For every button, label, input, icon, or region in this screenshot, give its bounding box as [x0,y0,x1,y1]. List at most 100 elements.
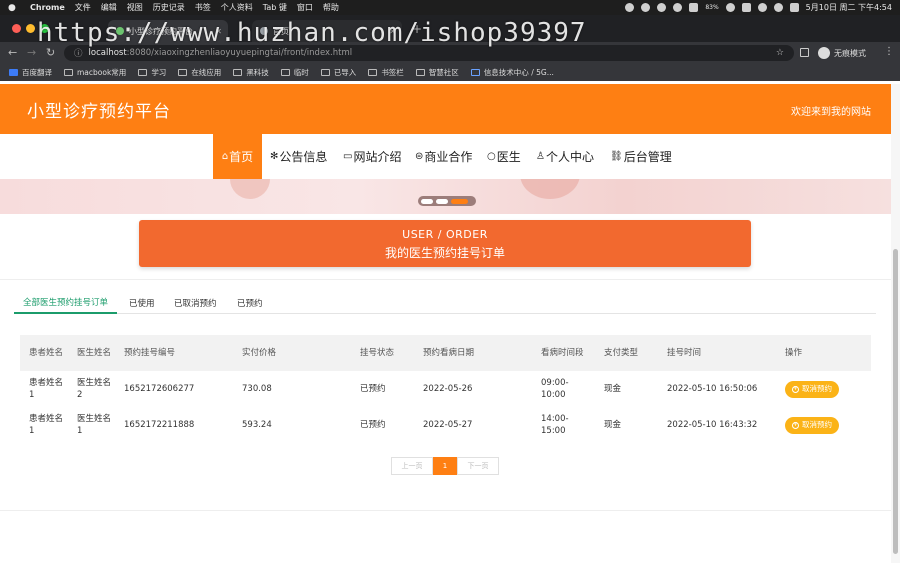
bookmark-item[interactable]: 在线应用 [178,67,221,78]
bookmark-item[interactable]: 百度翻译 [9,67,52,78]
scrollbar-thumb[interactable] [893,249,898,554]
close-tab-icon[interactable]: ✕ [215,27,222,36]
link-icon: ⛓ [610,151,623,162]
memory-indicator[interactable]: 83% [705,4,718,11]
url-path: :8080/xiaoxingzhenliaoyuyuepingtai/front… [126,48,353,58]
bookmark-item[interactable]: 书签栏 [368,67,404,78]
button-label: 取消预约 [802,420,832,429]
zoom-window-button[interactable] [40,24,49,33]
wifi-icon[interactable] [757,3,767,12]
nav-admin[interactable]: ⛓ 后台管理 [610,134,672,179]
menu-help[interactable]: 帮助 [323,2,339,13]
nav-announcements[interactable]: ✻ 公告信息 [270,134,327,179]
menu-file[interactable]: 文件 [75,2,91,13]
new-tab-icon[interactable]: + [412,22,422,36]
control-center-icon[interactable] [789,3,799,12]
status-icon[interactable] [725,3,735,12]
prev-page-button[interactable]: 上一页 [391,457,433,475]
menu-tab[interactable]: Tab 键 [263,2,287,13]
bookmark-item[interactable]: macbook常用 [64,67,126,78]
menu-profile[interactable]: 个人资料 [221,2,253,13]
menu-history[interactable]: 历史记录 [153,2,185,13]
menu-clock[interactable]: 5月10日 周二 下午4:54 [806,2,892,13]
screen: ● Chrome 文件 编辑 视图 历史记录 书签 个人资料 Tab 键 窗口 … [0,0,900,563]
carousel-dot[interactable] [436,198,448,204]
cell-time-slot: 14:00-15:00 [541,414,569,436]
nav-label: 公告信息 [279,150,328,164]
bookmark-item[interactable]: 学习 [138,67,166,78]
page-number-button[interactable]: 1 [433,457,457,475]
table-row: 患者姓名1 医生姓名2 1652172606277 730.08 已预约 202… [20,371,871,407]
bookmark-item[interactable]: 信息技术中心 / 5G... [470,67,554,78]
tab-cancelled[interactable]: 已取消预约 [174,292,217,313]
tab-used[interactable]: 已使用 [129,292,155,313]
web-page: 小型诊疗预约平台 欢迎来到我的网站 ⌂ 首页 ✻ 公告信息 ▭ 网站介绍 ⊜ 商业合作 … [0,84,891,563]
bookmarks-bar: 百度翻译 macbook常用 学习 在线应用 黑科技 临时 已导入 书签栏 智慧… [0,64,900,81]
battery-icon[interactable] [741,3,751,12]
circle-icon: ○ [487,151,496,162]
menu-app-name[interactable]: Chrome [30,3,65,12]
pagination: 上一页 1 下一页 [391,457,499,475]
forward-icon[interactable]: → [27,46,36,59]
more-menu-icon[interactable]: ⋮ [884,46,894,57]
bookmark-star-icon[interactable]: ☆ [776,48,784,58]
nav-home[interactable]: ⌂ 首页 [213,134,262,179]
folder-icon [415,69,425,76]
next-page-button[interactable]: 下一页 [457,457,499,475]
status-icon[interactable] [641,3,651,12]
menu-view[interactable]: 视图 [127,2,143,13]
search-icon[interactable] [773,3,783,12]
status-icon[interactable] [689,3,699,12]
nav-label: 商业合作 [424,150,473,164]
cell-price: 593.24 [242,420,272,430]
cell-status: 已预约 [360,384,386,394]
user-icon: ♙ [536,151,545,162]
bookmark-item[interactable]: 智慧社区 [415,67,459,78]
close-tab-icon[interactable]: ✕ [389,27,396,36]
menu-window[interactable]: 窗口 [297,2,313,13]
page-scrollbar[interactable] [891,84,900,563]
carousel-dot-active[interactable] [451,198,468,204]
status-icon[interactable] [657,3,667,12]
user-order-banner[interactable]: USER / ORDER 我的医生预约挂号订单 [139,220,751,267]
cancel-booking-button[interactable]: ¥ 取消预约 [785,416,839,434]
tab-other[interactable]: 首页 ✕ [252,20,402,42]
column-header: 预约挂号编号 [124,348,176,358]
browser-toolbar: ← → ↻ ⓘ localhost :8080/xiaoxingzhenliao… [0,42,900,64]
tab-all-orders[interactable]: 全部医生预约挂号订单 [14,292,118,314]
carousel-dot[interactable] [421,198,433,204]
tab-active[interactable]: 小型诊疗预约平台 ✕ [108,20,228,42]
bookmark-label: 学习 [151,68,167,77]
cancel-booking-button[interactable]: ¥ 取消预约 [785,380,839,398]
tab-title: 首页 [273,26,289,36]
status-icon[interactable] [625,3,635,12]
menu-edit[interactable]: 编辑 [101,2,117,13]
close-window-button[interactable] [12,24,21,33]
banner-carousel[interactable] [0,179,891,214]
back-icon[interactable]: ← [8,46,17,59]
nav-about[interactable]: ▭ 网站介绍 [343,134,401,179]
address-bar[interactable]: ⓘ localhost :8080/xiaoxingzhenliaoyuyuep… [64,45,794,61]
status-icon[interactable] [673,3,683,12]
column-header: 看病时间段 [541,348,584,358]
bookmark-item[interactable]: 黑科技 [233,67,269,78]
info-icon[interactable]: ⓘ [74,47,83,59]
nav-business[interactable]: ⊜ 商业合作 [415,134,472,179]
nav-personal-center[interactable]: ♙ 个人中心 [536,134,594,179]
incognito-badge[interactable]: 无痕模式 [818,46,866,60]
menu-bookmarks[interactable]: 书签 [195,2,211,13]
side-panel-icon[interactable] [800,48,809,57]
cell-booking-time: 2022-05-10 16:43:32 [667,420,758,430]
minimize-window-button[interactable] [26,24,35,33]
nav-doctors[interactable]: ○ 医生 [487,134,521,179]
apple-icon[interactable]: ● [8,3,20,13]
tab-booked[interactable]: 已预约 [237,292,263,313]
bookmark-label: macbook常用 [77,68,127,77]
table-header-row: 患者姓名 医生姓名 预约挂号编号 实付价格 挂号状态 预约看病日期 看病时间段 … [20,335,871,371]
banner-image-decoration [520,179,580,199]
bookmark-item[interactable]: 已导入 [320,67,356,78]
reload-icon[interactable]: ↻ [46,46,55,59]
cell-doctor-name: 医生姓名1 [77,414,112,436]
bookmark-item[interactable]: 临时 [280,67,309,78]
column-header: 医生姓名 [77,348,112,358]
